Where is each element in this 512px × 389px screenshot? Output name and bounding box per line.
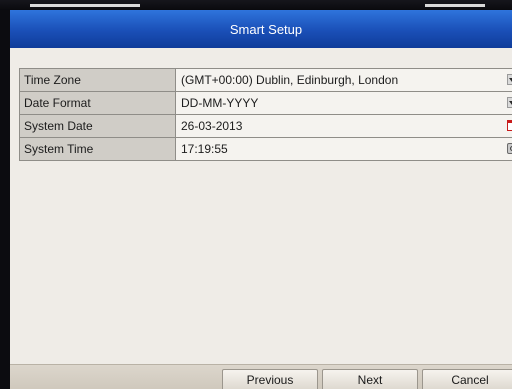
top-strip-mark [425, 4, 485, 7]
settings-row-system-time: System Time 17:19:55 [19, 137, 512, 161]
system-date-field[interactable]: 26-03-2013 [175, 114, 512, 138]
system-time-label: System Time [19, 137, 176, 161]
dropdown-icon[interactable] [507, 74, 512, 85]
previous-button[interactable]: Previous [222, 369, 318, 389]
time-zone-label: Time Zone [19, 68, 176, 92]
next-button[interactable]: Next [322, 369, 418, 389]
date-format-select[interactable]: DD-MM-YYYY [175, 91, 512, 115]
calendar-icon[interactable] [507, 120, 512, 131]
cancel-button[interactable]: Cancel [422, 369, 512, 389]
settings-row-system-date: System Date 26-03-2013 [19, 114, 512, 138]
date-format-label: Date Format [19, 91, 176, 115]
dialog-content: Time Zone (GMT+00:00) Dublin, Edinburgh,… [10, 48, 512, 364]
top-strip-mark [30, 4, 140, 7]
top-strip [0, 0, 512, 10]
time-zone-select[interactable]: (GMT+00:00) Dublin, Edinburgh, London [175, 68, 512, 92]
system-time-field[interactable]: 17:19:55 [175, 137, 512, 161]
settings-row-date-format: Date Format DD-MM-YYYY [19, 91, 512, 115]
date-format-value: DD-MM-YYYY [181, 96, 259, 110]
smart-setup-dialog: Smart Setup Time Zone (GMT+00:00) Dublin… [10, 10, 512, 389]
system-date-label: System Date [19, 114, 176, 138]
clock-icon[interactable] [507, 143, 512, 154]
system-time-value: 17:19:55 [181, 142, 228, 156]
dialog-titlebar: Smart Setup [10, 10, 512, 49]
settings-row-time-zone: Time Zone (GMT+00:00) Dublin, Edinburgh,… [19, 68, 512, 92]
dialog-title: Smart Setup [229, 21, 303, 37]
system-date-value: 26-03-2013 [181, 119, 243, 133]
dropdown-icon[interactable] [507, 97, 512, 108]
time-zone-value: (GMT+00:00) Dublin, Edinburgh, London [181, 73, 399, 87]
dialog-footer: Previous Next Cancel [10, 364, 512, 389]
settings-table: Time Zone (GMT+00:00) Dublin, Edinburgh,… [19, 68, 512, 161]
